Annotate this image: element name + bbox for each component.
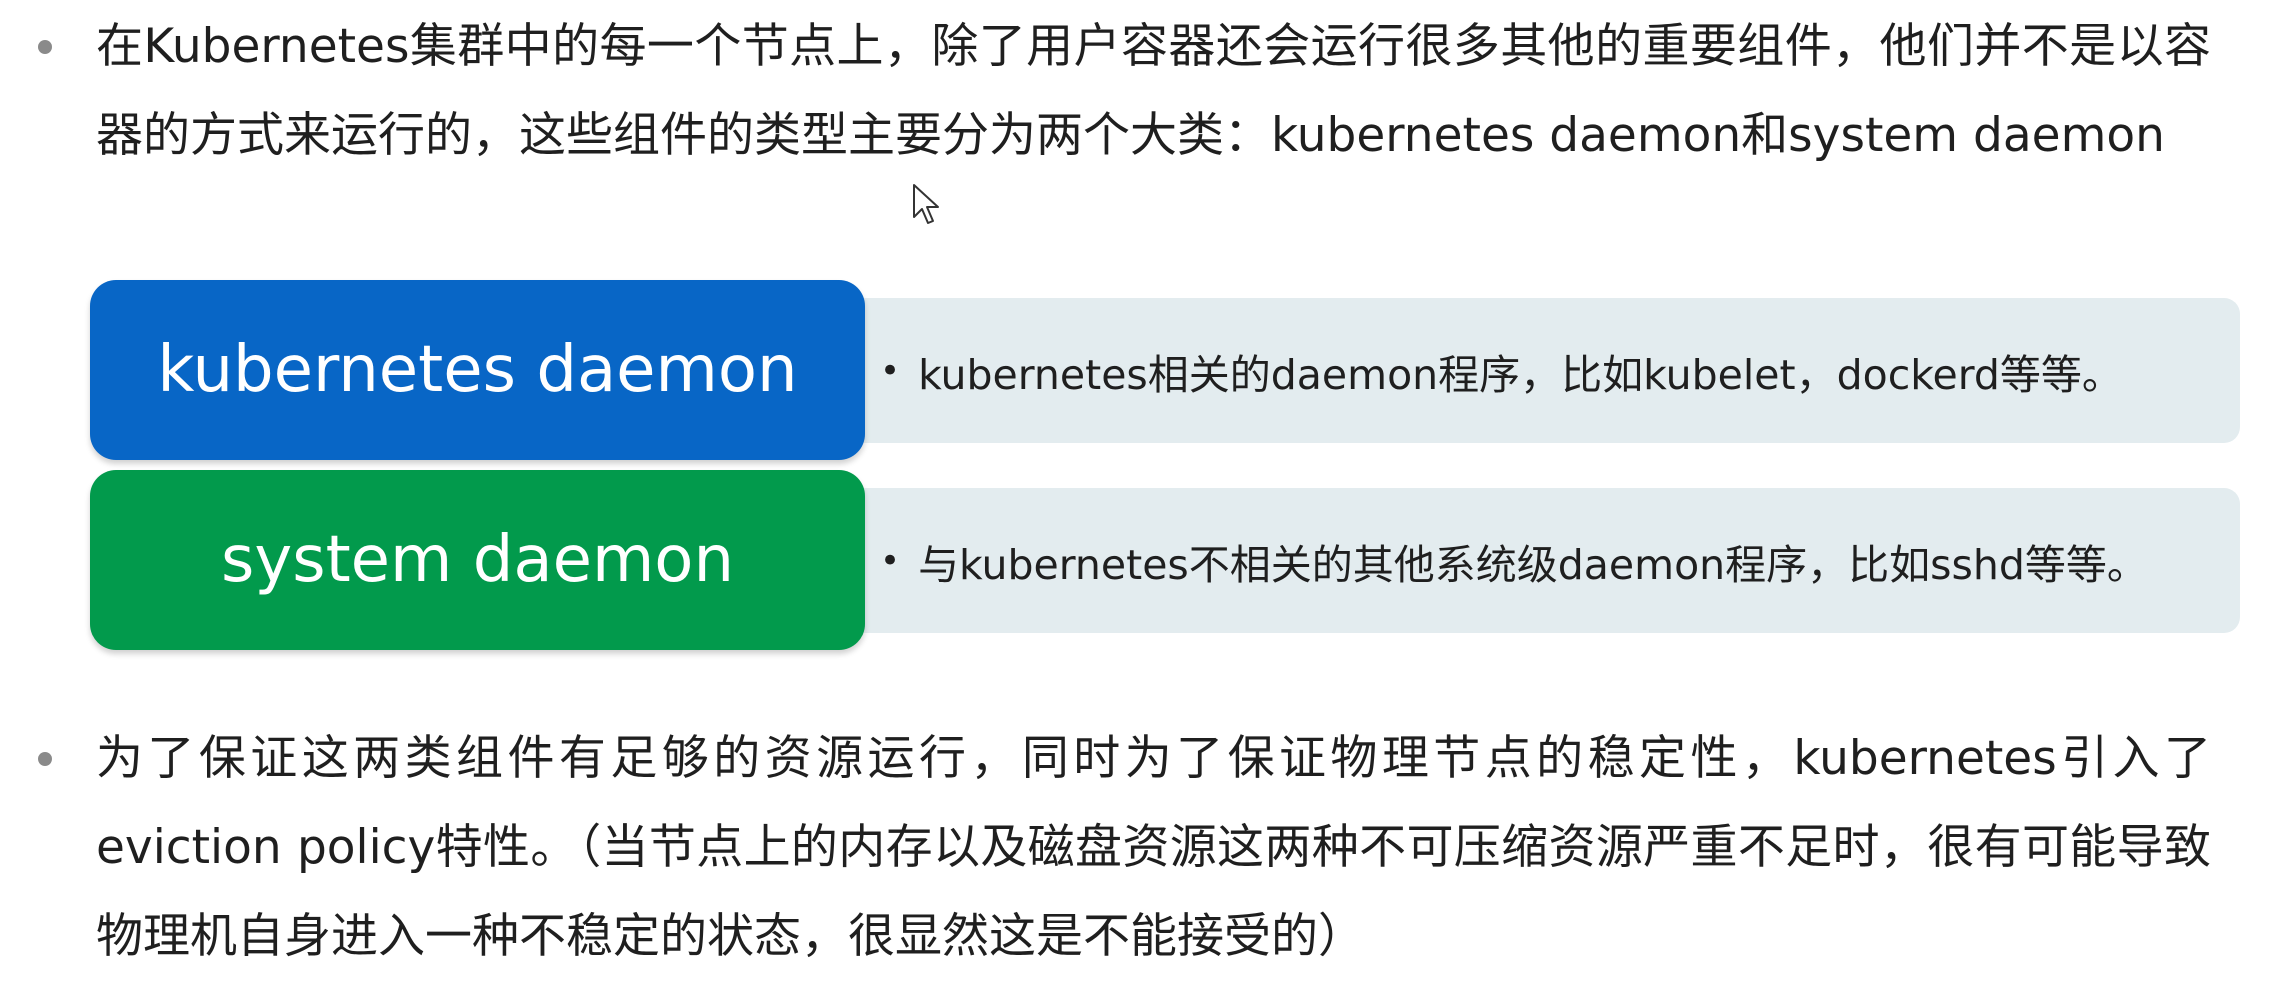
system-daemon-description: 与kubernetes不相关的其他系统级daemon程序，比如sshd等等。 [850, 488, 2240, 633]
bullet-marker [38, 752, 52, 766]
eviction-paragraph: 为了保证这两类组件有足够的资源运行，同时为了保证物理节点的稳定性，kuberne… [96, 731, 2211, 964]
kubernetes-daemon-label: kubernetes daemon [90, 280, 865, 460]
system-daemon-label: system daemon [90, 470, 865, 650]
system-daemon-description-text: 与kubernetes不相关的其他系统级daemon程序，比如sshd等等。 [880, 488, 2148, 633]
mouse-pointer-icon [913, 184, 939, 224]
kubernetes-daemon-description: kubernetes相关的daemon程序，比如kubelet，dockerd等… [850, 298, 2240, 443]
kubernetes-daemon-description-text: kubernetes相关的daemon程序，比如kubelet，dockerd等… [880, 298, 2123, 443]
bullet-marker [38, 40, 52, 54]
intro-paragraph: 在Kubernetes集群中的每一个节点上，除了用户容器还会运行很多其他的重要组… [96, 19, 2211, 163]
